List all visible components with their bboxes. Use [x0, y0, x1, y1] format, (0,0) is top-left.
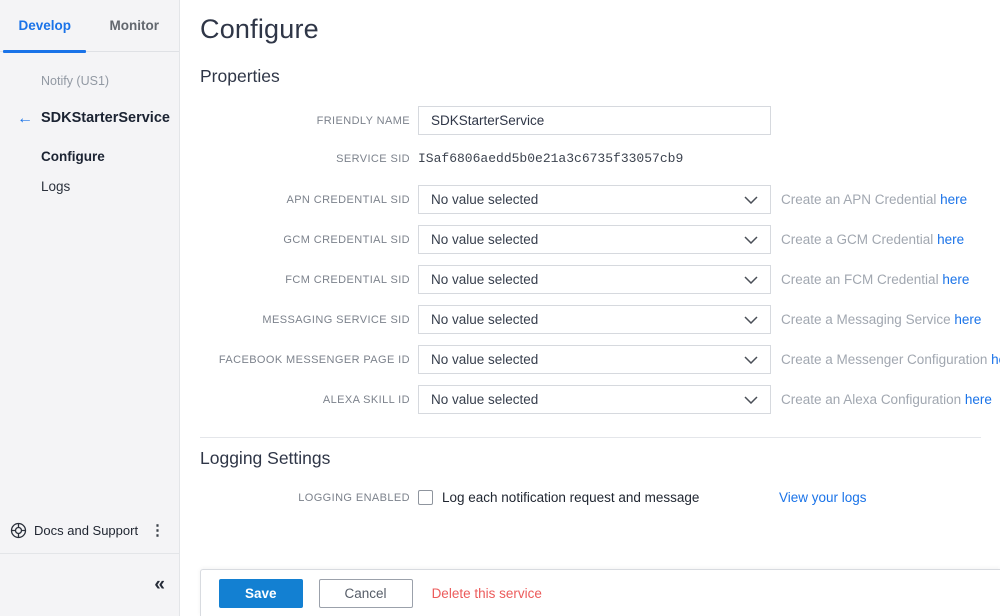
friendly-name-label: FRIENDLY NAME — [200, 115, 410, 127]
kebab-menu-icon[interactable]: ⋮ — [150, 523, 165, 538]
friendly-name-row: FRIENDLY NAME — [200, 106, 1000, 135]
help-prefix: Create an FCM Credential — [781, 272, 942, 287]
logging-enabled-checkbox[interactable] — [418, 490, 433, 505]
help-prefix: Create a Messaging Service — [781, 312, 954, 327]
chevron-down-icon — [744, 396, 758, 404]
main-content: Configure Properties FRIENDLY NAME SERVI… — [181, 0, 1000, 505]
select-value: No value selected — [431, 352, 538, 367]
facebook-messenger-label: FACEBOOK MESSENGER PAGE ID — [200, 354, 410, 366]
help-prefix: Create an APN Credential — [781, 192, 940, 207]
chevron-down-icon — [744, 316, 758, 324]
fcm-credential-select[interactable]: No value selected — [418, 265, 771, 294]
save-button[interactable]: Save — [219, 579, 303, 608]
select-value: No value selected — [431, 232, 538, 247]
logging-enabled-label: LOGGING ENABLED — [200, 492, 410, 504]
gcm-credential-help: Create a GCM Credential here — [781, 232, 1000, 247]
properties-heading: Properties — [200, 66, 1000, 87]
delete-service-link[interactable]: Delete this service — [432, 586, 542, 601]
apn-credential-label: APN CREDENTIAL SID — [200, 194, 410, 206]
select-value: No value selected — [431, 312, 538, 327]
sidebar-footer: Docs and Support ⋮ « — [0, 508, 179, 616]
messenger-here-link[interactable]: here — [991, 352, 1000, 367]
alexa-skill-row: ALEXA SKILL ID No value selected Create … — [200, 385, 1000, 414]
friendly-name-input[interactable] — [418, 106, 771, 135]
sidebar-item-logs[interactable]: Logs — [0, 179, 179, 194]
alexa-skill-label: ALEXA SKILL ID — [200, 394, 410, 406]
select-value: No value selected — [431, 272, 538, 287]
facebook-messenger-row: FACEBOOK MESSENGER PAGE ID No value sele… — [200, 345, 1000, 374]
help-prefix: Create a Messenger Configuration — [781, 352, 991, 367]
logging-enabled-row: LOGGING ENABLED Log each notification re… — [200, 490, 1000, 505]
sidebar-tabs: Develop Monitor — [0, 0, 179, 52]
messaging-here-link[interactable]: here — [954, 312, 981, 327]
logging-checkbox-label: Log each notification request and messag… — [442, 490, 699, 505]
alexa-here-link[interactable]: here — [965, 392, 992, 407]
fcm-here-link[interactable]: here — [942, 272, 969, 287]
apn-credential-row: APN CREDENTIAL SID No value selected Cre… — [200, 185, 1000, 214]
gcm-here-link[interactable]: here — [937, 232, 964, 247]
service-sid-label: SERVICE SID — [200, 153, 410, 165]
product-context-label: Notify (US1) — [0, 74, 179, 88]
tab-develop[interactable]: Develop — [0, 0, 90, 51]
gcm-credential-label: GCM CREDENTIAL SID — [200, 234, 410, 246]
docs-and-support-label: Docs and Support — [34, 523, 138, 538]
view-your-logs-link[interactable]: View your logs — [779, 490, 867, 505]
cancel-button[interactable]: Cancel — [319, 579, 413, 608]
logging-control: Log each notification request and messag… — [418, 490, 771, 505]
properties-form: FRIENDLY NAME SERVICE SID ISaf6806aedd5b… — [200, 106, 1000, 505]
fcm-credential-row: FCM CREDENTIAL SID No value selected Cre… — [200, 265, 1000, 294]
fcm-credential-label: FCM CREDENTIAL SID — [200, 274, 410, 286]
fcm-credential-help: Create an FCM Credential here — [781, 272, 1000, 287]
life-buoy-icon — [10, 522, 27, 539]
view-logs-cell: View your logs — [779, 490, 1000, 505]
page-title: Configure — [200, 14, 1000, 45]
gcm-credential-row: GCM CREDENTIAL SID No value selected Cre… — [200, 225, 1000, 254]
tab-monitor[interactable]: Monitor — [90, 0, 180, 51]
section-divider — [200, 437, 981, 438]
apn-credential-help: Create an APN Credential here — [781, 192, 1000, 207]
gcm-credential-select[interactable]: No value selected — [418, 225, 771, 254]
facebook-messenger-select[interactable]: No value selected — [418, 345, 771, 374]
messaging-service-row: MESSAGING SERVICE SID No value selected … — [200, 305, 1000, 334]
facebook-messenger-help: Create a Messenger Configuration here — [781, 352, 1000, 367]
select-value: No value selected — [431, 192, 538, 207]
chevron-down-icon — [744, 356, 758, 364]
apn-credential-select[interactable]: No value selected — [418, 185, 771, 214]
help-prefix: Create an Alexa Configuration — [781, 392, 965, 407]
select-value: No value selected — [431, 392, 538, 407]
service-sid-row: SERVICE SID ISaf6806aedd5b0e21a3c6735f33… — [200, 151, 1000, 166]
service-header: ← SDKStarterService — [0, 110, 179, 126]
alexa-skill-select[interactable]: No value selected — [418, 385, 771, 414]
apn-here-link[interactable]: here — [940, 192, 967, 207]
service-sid-value: ISaf6806aedd5b0e21a3c6735f33057cb9 — [418, 151, 771, 166]
chevron-down-icon — [744, 276, 758, 284]
sidebar: Develop Monitor Notify (US1) ← SDKStarte… — [0, 0, 180, 616]
messaging-service-label: MESSAGING SERVICE SID — [200, 314, 410, 326]
docs-and-support[interactable]: Docs and Support ⋮ — [0, 508, 179, 553]
sidebar-item-configure[interactable]: Configure — [0, 149, 179, 164]
back-arrow-icon[interactable]: ← — [17, 110, 33, 128]
collapse-sidebar-icon[interactable]: « — [154, 574, 165, 596]
messaging-service-select[interactable]: No value selected — [418, 305, 771, 334]
chevron-down-icon — [744, 236, 758, 244]
logging-settings-heading: Logging Settings — [200, 448, 1000, 469]
messaging-service-help: Create a Messaging Service here — [781, 312, 1000, 327]
alexa-skill-help: Create an Alexa Configuration here — [781, 392, 1000, 407]
chevron-down-icon — [744, 196, 758, 204]
action-bar: Save Cancel Delete this service — [200, 569, 1000, 616]
help-prefix: Create a GCM Credential — [781, 232, 937, 247]
collapse-row: « — [0, 554, 179, 616]
